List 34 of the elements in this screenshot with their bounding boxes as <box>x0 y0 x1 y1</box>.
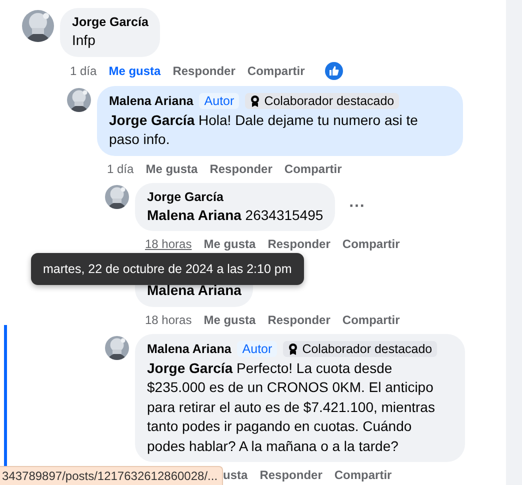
reply-link[interactable]: Responder <box>268 236 330 252</box>
reply-link[interactable]: Responder <box>260 467 322 483</box>
like-link[interactable]: Me gusta <box>204 312 256 328</box>
status-url: 343789897/posts/1217632612860028/... <box>0 466 223 485</box>
like-link[interactable]: Me gusta <box>146 160 198 176</box>
badge-label: Colaborador destacado <box>264 94 394 108</box>
like-link[interactable]: usta <box>223 467 248 483</box>
badge-label: Autor <box>242 342 272 356</box>
date-tooltip: martes, 22 de octubre de 2024 a las 2:10 pm <box>31 253 304 285</box>
author-name[interactable]: Jorge García <box>72 15 148 29</box>
share-link[interactable]: Compartir <box>342 312 400 328</box>
timestamp-link[interactable]: 1 día <box>107 160 134 176</box>
reply-link[interactable]: Responder <box>172 62 236 78</box>
author-name[interactable]: Jorge García <box>147 190 224 204</box>
author-name[interactable]: Malena Ariana <box>109 94 194 108</box>
like-link[interactable]: Me gusta <box>108 62 161 78</box>
comment-text: Infp <box>72 31 96 50</box>
share-link[interactable]: Compartir <box>334 467 392 483</box>
timestamp-link[interactable]: 1 día <box>70 62 97 78</box>
badge-label: Colaborador destacado <box>302 342 432 356</box>
share-link[interactable]: Compartir <box>342 236 400 252</box>
comment-text: Jorge García Hola! Dale dejame tu numero asi te paso info. <box>109 110 419 149</box>
badge-label: Autor <box>204 94 234 108</box>
more-options-button[interactable]: ··· <box>349 198 366 216</box>
reply-link[interactable]: Responder <box>210 160 272 176</box>
comment-text: Malena Ariana 2634315495 <box>147 206 324 224</box>
timestamp-link[interactable]: 18 horas <box>145 236 192 252</box>
share-link[interactable]: Compartir <box>284 160 342 176</box>
reply-link[interactable]: Responder <box>268 312 330 328</box>
share-link[interactable]: Compartir <box>247 62 305 78</box>
timestamp-link[interactable]: 18 horas <box>145 312 192 328</box>
comment-text: Jorge García Perfecto! La cuota desde $235.000 es de un CRONOS 0KM. El anticipo para retirar el auto es de $7.421.100, mientras tanto podes ir pagando en cuotas. Cuándo podes hablar? A la mañana o a la tarde? <box>147 358 436 456</box>
author-name[interactable]: Malena Ariana <box>147 342 232 356</box>
like-link[interactable]: Me gusta <box>204 236 256 252</box>
